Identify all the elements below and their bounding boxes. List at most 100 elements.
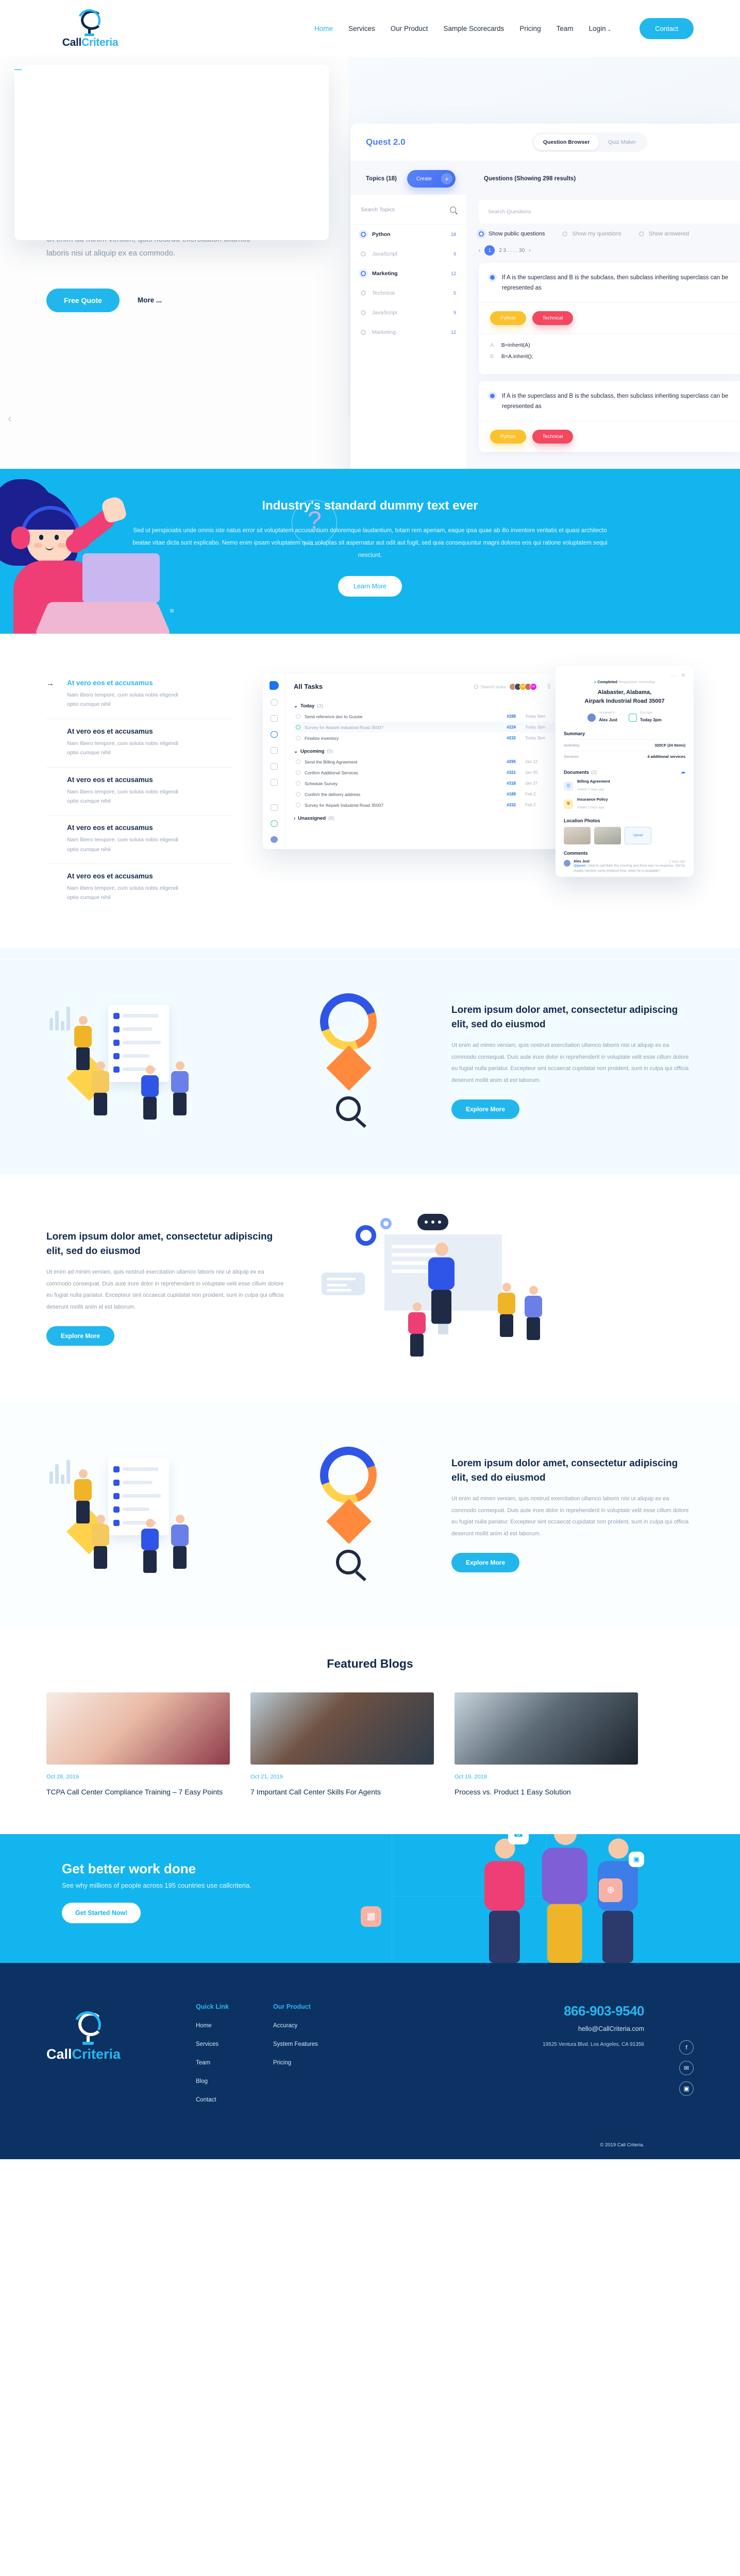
task-title: Confirm the delivery address [305,791,361,797]
footer-link-home[interactable]: Home [196,2023,273,2029]
clipboard-icon[interactable] [270,762,278,770]
task-row[interactable]: Survey for Airpark Industrial Road 35007… [294,722,569,733]
bar-chart-decor [49,999,70,1030]
close-icon[interactable]: ✕ [681,673,685,679]
learn-more-button[interactable]: Learn More [338,576,402,597]
location-photo[interactable] [564,827,591,844]
task-row[interactable]: Send reference doc to Gussie #288 Today 9a… [294,711,569,722]
feature-item[interactable]: → At vero eos et accusamus Nam libero te… [46,671,232,719]
task-row[interactable]: Confirm Additional Services #321 Jan 20 [294,767,569,778]
twitter-icon[interactable]: ✉ [679,2060,694,2075]
nav-item-team[interactable]: Team [557,25,574,32]
comment-mention[interactable]: @jason [574,864,585,868]
tasks-icon[interactable] [270,731,278,738]
blog-title[interactable]: TCPA Call Center Compliance Training – 7… [46,1786,230,1798]
nav-item-services[interactable]: Services [348,25,375,32]
facebook-icon[interactable]: f [679,2040,694,2055]
location-photo[interactable] [594,827,621,844]
activity-icon[interactable] [270,715,278,722]
instagram-icon[interactable]: ▣ [679,2081,694,2096]
task-row[interactable]: Schedule Survey#318Jan 27GH [294,778,569,789]
feature-item[interactable]: At vero eos et accusamus Nam libero temp… [46,864,232,912]
explore-more-button[interactable]: Explore More [46,1326,115,1346]
dashboard-search-input[interactable]: Search tasks [474,684,506,689]
task-row[interactable]: Send the Billing Agreement #295 Jan 12 [294,756,569,767]
nav-item-our-product[interactable]: Our Product [391,25,428,32]
people-icon[interactable] [270,778,278,786]
upload-icon[interactable]: ☁ [681,769,685,775]
hero-more-link[interactable]: More ... [138,296,162,304]
nav-item-pricing[interactable]: Pricing [519,25,541,32]
feature-item[interactable]: At vero eos et accusamus Nam libero temp… [46,768,232,816]
footer-link-team[interactable]: Team [196,2060,273,2066]
topic-row[interactable]: Marketing 12 [350,323,466,342]
brand-logo[interactable]: CallCriteria [46,6,134,49]
checkbox-icon[interactable] [296,792,300,796]
free-quote-button[interactable]: Free Quote [46,288,120,312]
filter-sliders-icon[interactable]: ⣿ [547,684,551,689]
blog-card[interactable]: Oct 19, 2019 Process vs. Product 1 Easy … [455,1692,638,1798]
blog-thumbnail [46,1692,230,1765]
blog-title[interactable]: 7 Important Call Center Skills For Agent… [250,1786,434,1798]
footer-link-services[interactable]: Services [196,2041,273,2047]
checkbox-icon[interactable] [296,759,300,764]
task-row[interactable]: Finalize inventory#232Today 3pmMH [294,733,569,743]
feature-item[interactable]: At vero eos et accusamus Nam libero temp… [46,719,232,768]
task-date: Feb 2 [525,792,536,796]
footer-quick-links: Quick Link Home Services Team Blog Conta… [196,2003,273,2115]
user-avatar[interactable] [270,836,278,843]
nav-item-sample-scorecards[interactable]: Sample Scorecards [444,25,504,32]
explore-more-button[interactable]: Explore More [451,1099,520,1120]
carousel-prev-arrow[interactable]: ‹ [3,412,16,426]
search-icon [474,684,478,689]
contact-button[interactable]: Contact [640,18,694,39]
tag-python[interactable]: Python [490,311,526,326]
checkbox-icon[interactable] [296,714,300,719]
dashboard-icon[interactable] [270,699,278,706]
footer-link-blog[interactable]: Blog [196,2078,273,2084]
footer-phone[interactable]: 866-903-9540 [543,2003,644,2019]
checkbox-icon[interactable] [296,736,300,740]
tag-python[interactable]: Python [490,430,526,444]
task-group-name: Unassigned [298,816,326,821]
tag-technical[interactable]: Technical [532,430,574,444]
feature-item[interactable]: At vero eos et accusamus Nam libero temp… [46,816,232,864]
footer-email[interactable]: hello@CallCriteria.com [543,2025,644,2032]
upload-photo-button[interactable]: Upload [625,827,651,844]
document-row[interactable]: ☰ Billing Agreement Added 2 days ago [564,779,685,793]
explore-more-button[interactable]: Explore More [451,1553,520,1573]
task-group-header[interactable]: ⌄ Upcoming (5) [294,749,569,754]
task-row[interactable]: Survey for Airpark Industrial Road 35007… [294,800,569,810]
footer-link-pricing[interactable]: Pricing [273,2060,363,2066]
footer-link-system-features[interactable]: System Features [273,2041,363,2047]
feature-heading: Lorem ipsum dolor amet, consectetur adip… [451,1005,678,1030]
document-row[interactable]: ⛊ Insurance Policy Added 2 days ago [564,797,685,811]
checkbox-icon[interactable] [296,725,300,730]
nav-item-login[interactable]: Login ⌄ [589,25,612,32]
features-section: → At vero eos et accusamus Nam libero te… [0,634,740,948]
tag-technical[interactable]: Technical [532,311,574,326]
blog-card[interactable]: Oct 21, 2019 7 Important Call Center Ski… [250,1692,434,1798]
more-menu-icon[interactable]: ··· [671,673,676,679]
footer-link-contact[interactable]: Contact [196,2097,273,2103]
checkbox-icon[interactable] [296,770,300,775]
nav-item-home[interactable]: Home [314,25,333,32]
task-row[interactable]: Confirm the delivery address #189 Feb 2 [294,789,569,800]
brand-name-part1: Call [62,36,82,48]
calendar-icon[interactable] [270,747,278,754]
inbox-icon[interactable] [270,820,278,827]
blog-card[interactable]: Oct 28, 2019 TCPA Call Center Compliance… [46,1692,230,1798]
checkbox-icon[interactable] [296,803,300,807]
checkbox-icon[interactable] [296,781,300,786]
footer-link-accuracy[interactable]: Accuracy [273,2023,363,2029]
magnifier-icon [336,1096,361,1121]
footer-brand[interactable]: CallCriteria [46,2003,196,2115]
task-group-header[interactable]: › Unassigned (8) [294,816,569,821]
task-group-header[interactable]: ⌄ Today (3) [294,703,569,709]
answer-value: B=inherit(A) [501,342,530,349]
analytics-icon[interactable] [270,804,278,811]
gear-icon [356,1225,376,1246]
brand-name-part2: Criteria [72,2046,121,2062]
get-started-button[interactable]: Get Started Now! [62,1902,141,1923]
blog-title[interactable]: Process vs. Product 1 Easy Solution [455,1786,638,1798]
